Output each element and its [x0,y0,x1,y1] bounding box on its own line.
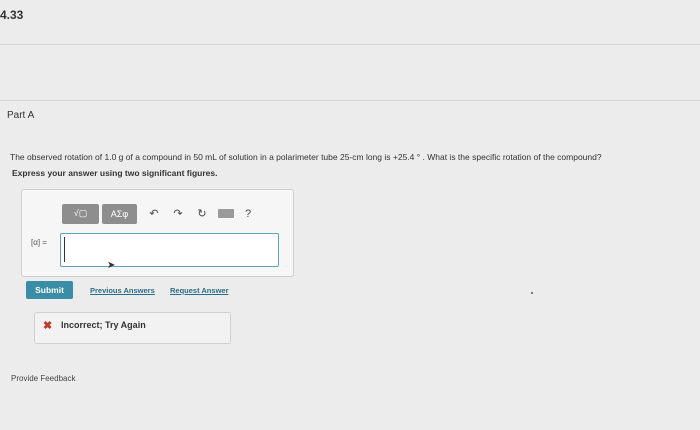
divider [0,100,700,101]
artifact-dot [531,292,533,294]
help-icon[interactable]: ? [238,204,258,224]
submit-button[interactable]: Submit [26,281,73,299]
keyboard-icon[interactable] [218,209,234,218]
greek-icon: ΑΣφ [110,208,129,219]
reset-icon[interactable]: ↻ [192,204,212,224]
request-answer-link[interactable]: Request Answer [170,286,229,295]
text-cursor [64,237,65,262]
answer-label: [α] = [31,238,47,247]
undo-icon[interactable]: ↶ [144,204,164,224]
templates-icon: √▢ [73,208,88,218]
incorrect-x-icon: ✖ [43,320,53,332]
feedback-status: Incorrect; Try Again [61,320,146,330]
problem-number: 4.33 [0,8,24,22]
previous-answers-link[interactable]: Previous Answers [90,286,155,295]
provide-feedback-link[interactable]: Provide Feedback [11,374,75,383]
question-text: The observed rotation of 1.0 g of a comp… [10,152,602,162]
mouse-pointer-icon: ➤ [107,260,116,271]
greek-symbols-button[interactable]: ΑΣφ [102,203,137,224]
math-toolbar: √▢ ΑΣφ ↶ ↷ ↻ ? [62,203,258,224]
templates-button[interactable]: √▢ [62,203,99,224]
part-label: Part A [7,110,35,121]
header-bar [0,0,700,38]
redo-icon[interactable]: ↷ [168,204,188,224]
divider [0,44,700,45]
answer-input[interactable] [60,233,279,267]
instruction-text: Express your answer using two significan… [12,168,218,178]
